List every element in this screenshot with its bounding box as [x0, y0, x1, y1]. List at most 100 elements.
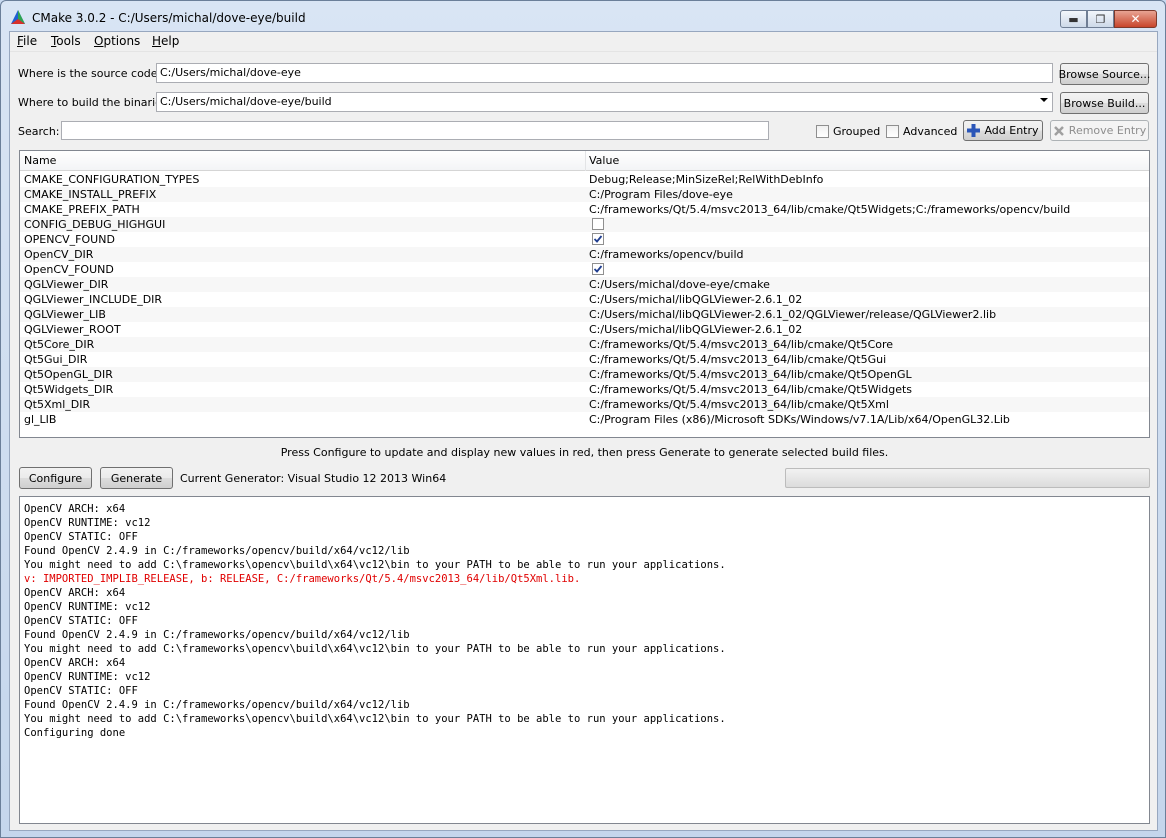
checkmark-icon [593, 265, 603, 273]
plus-icon [967, 124, 981, 137]
window-title: CMake 3.0.2 - C:/Users/michal/dove-eye/b… [32, 11, 306, 25]
menu-help-mnemonic: H [152, 34, 162, 48]
entry-name: OPENCV_FOUND [24, 233, 115, 246]
close-button[interactable]: ✕ [1114, 10, 1157, 28]
source-path-input[interactable]: C:/Users/michal/dove-eye [156, 63, 1053, 83]
remove-entry-button[interactable]: Remove Entry [1050, 120, 1149, 141]
menu-help[interactable]: Help [152, 34, 179, 48]
entry-value-checkbox[interactable] [592, 218, 604, 230]
table-row[interactable]: QGLViewer_INCLUDE_DIR C:/Users/michal/lib… [20, 292, 1149, 307]
configure-button[interactable]: Configure [19, 467, 92, 489]
browse-source-button[interactable]: Browse Source... [1059, 63, 1150, 85]
table-row[interactable]: QGLViewer_DIR C:/Users/michal/dove-eye/cm… [20, 277, 1149, 292]
menu-options[interactable]: Options [94, 34, 140, 48]
generate-button[interactable]: Generate [100, 467, 173, 489]
table-row[interactable]: Qt5Widgets_DIR C:/frameworks/Qt/5.4/msvc2… [20, 382, 1149, 397]
output-line: You might need to add C:\frameworks\open… [24, 559, 726, 571]
browse-build-button[interactable]: Browse Build... [1060, 92, 1149, 114]
output-line: OpenCV RUNTIME: vc12 [24, 517, 151, 529]
table-row[interactable]: CONFIG_DEBUG_HIGHGUI [20, 217, 1149, 232]
output-line: OpenCV STATIC: OFF [24, 531, 138, 543]
table-row[interactable]: Qt5Gui_DIR C:/frameworks/Qt/5.4/msvc2013_… [20, 352, 1149, 367]
entry-value[interactable]: C:/Program Files/dove-eye [589, 188, 733, 201]
table-row[interactable]: OPENCV_FOUND [20, 232, 1149, 247]
output-log[interactable]: OpenCV ARCH: x64 OpenCV RUNTIME: vc12 Open… [19, 496, 1150, 824]
configure-hint: Press Configure to update and display ne… [280, 446, 889, 459]
entry-name: QGLViewer_LIB [24, 308, 106, 321]
entry-name: QGLViewer_ROOT [24, 323, 121, 336]
search-input[interactable] [61, 121, 769, 140]
search-label: Search: [18, 125, 60, 138]
column-header-name[interactable]: Name [24, 154, 56, 167]
entry-name: OpenCV_FOUND [24, 263, 114, 276]
table-row[interactable]: CMAKE_PREFIX_PATH C:/frameworks/Qt/5.4/ms… [20, 202, 1149, 217]
entry-name: QGLViewer_INCLUDE_DIR [24, 293, 163, 306]
grouped-checkbox[interactable] [816, 125, 829, 138]
add-entry-button[interactable]: Add Entry [963, 120, 1043, 141]
table-row[interactable]: Qt5Xml_DIR C:/frameworks/Qt/5.4/msvc2013_… [20, 397, 1149, 412]
table-row[interactable]: OpenCV_FOUND [20, 262, 1149, 277]
entry-value[interactable]: C:/Program Files (x86)/Microsoft SDKs/Wi… [589, 413, 1010, 426]
cache-table[interactable]: Name Value CMAKE_CONFIGURATION_TYPES Debu… [19, 150, 1150, 438]
progress-bar [785, 468, 1150, 488]
build-path-combobox[interactable]: C:/Users/michal/dove-eye/build [156, 92, 1053, 112]
column-divider[interactable] [585, 151, 586, 171]
entry-name: Qt5Xml_DIR [24, 398, 91, 411]
column-header-value[interactable]: Value [589, 154, 619, 167]
entry-name: CMAKE_INSTALL_PREFIX [24, 188, 157, 201]
entry-value[interactable]: C:/frameworks/opencv/build [589, 248, 744, 261]
entry-value[interactable]: C:/Users/michal/libQGLViewer-2.6.1_02/QG… [589, 308, 996, 321]
table-row[interactable]: gl_LIB C:/Program Files (x86)/Microsoft S… [20, 412, 1149, 427]
main-panel: File Tools Options Help Where is the sou… [9, 31, 1158, 831]
menu-file[interactable]: File [17, 34, 37, 48]
table-row[interactable]: QGLViewer_LIB C:/Users/michal/libQGLViewe… [20, 307, 1149, 322]
table-row[interactable]: Qt5Core_DIR C:/frameworks/Qt/5.4/msvc2013… [20, 337, 1149, 352]
maximize-button[interactable]: ❐ [1087, 10, 1114, 28]
current-generator-text: Current Generator: Visual Studio 12 2013… [180, 472, 447, 485]
minimize-button[interactable]: ▬ [1060, 10, 1087, 28]
table-row[interactable]: CMAKE_CONFIGURATION_TYPES Debug;Release;M… [20, 172, 1149, 187]
output-line: Found OpenCV 2.4.9 in C:/frameworks/open… [24, 545, 410, 557]
entry-value[interactable]: C:/frameworks/Qt/5.4/msvc2013_64/lib/cma… [589, 203, 1070, 216]
table-row[interactable]: CMAKE_INSTALL_PREFIX C:/Program Files/dov… [20, 187, 1149, 202]
entry-value-checkbox[interactable] [592, 233, 604, 245]
menu-tools[interactable]: Tools [51, 34, 81, 48]
entry-name: Qt5Core_DIR [24, 338, 95, 351]
advanced-checkbox[interactable] [886, 125, 899, 138]
entry-value[interactable]: C:/frameworks/Qt/5.4/msvc2013_64/lib/cma… [589, 383, 912, 396]
entry-value[interactable]: C:/Users/michal/libQGLViewer-2.6.1_02 [589, 323, 802, 336]
entry-value[interactable]: C:/frameworks/Qt/5.4/msvc2013_64/lib/cma… [589, 338, 893, 351]
table-row[interactable]: Qt5OpenGL_DIR C:/frameworks/Qt/5.4/msvc20… [20, 367, 1149, 382]
entry-value[interactable]: C:/Users/michal/dove-eye/cmake [589, 278, 770, 291]
output-line: You might need to add C:\frameworks\open… [24, 713, 726, 725]
chevron-down-icon[interactable] [1040, 98, 1048, 102]
entry-name: CMAKE_CONFIGURATION_TYPES [24, 173, 200, 186]
output-line: Found OpenCV 2.4.9 in C:/frameworks/open… [24, 629, 410, 641]
entry-name: Qt5Widgets_DIR [24, 383, 114, 396]
entry-value[interactable]: C:/frameworks/Qt/5.4/msvc2013_64/lib/cma… [589, 353, 886, 366]
entry-value[interactable]: C:/frameworks/Qt/5.4/msvc2013_64/lib/cma… [589, 398, 889, 411]
table-header: Name Value [20, 151, 1149, 171]
output-line: OpenCV RUNTIME: vc12 [24, 671, 151, 683]
output-error-line: v: IMPORTED_IMPLIB_RELEASE, b: RELEASE, … [24, 573, 581, 585]
entry-value[interactable]: Debug;Release;MinSizeRel;RelWithDebInfo [589, 173, 823, 186]
menu-bar: File Tools Options Help [10, 32, 1157, 52]
entry-value[interactable]: C:/Users/michal/libQGLViewer-2.6.1_02 [589, 293, 802, 306]
output-line: OpenCV ARCH: x64 [24, 657, 126, 669]
entry-name: Qt5OpenGL_DIR [24, 368, 113, 381]
title-bar[interactable]: CMake 3.0.2 - C:/Users/michal/dove-eye/b… [1, 1, 1165, 31]
source-label: Where is the source code: [18, 67, 162, 80]
table-row[interactable]: QGLViewer_ROOT C:/Users/michal/libQGLView… [20, 322, 1149, 337]
output-line: OpenCV STATIC: OFF [24, 615, 138, 627]
build-label: Where to build the binaries: [18, 96, 172, 109]
entry-value[interactable]: C:/frameworks/Qt/5.4/msvc2013_64/lib/cma… [589, 368, 912, 381]
entry-value-checkbox[interactable] [592, 263, 604, 275]
output-line: Configuring done [24, 727, 126, 739]
output-line: You might need to add C:\frameworks\open… [24, 643, 726, 655]
entry-name: Qt5Gui_DIR [24, 353, 88, 366]
entry-name: gl_LIB [24, 413, 57, 426]
menu-options-label: ptions [103, 34, 141, 48]
remove-entry-label: Remove Entry [1068, 124, 1147, 137]
menu-file-label: ile [23, 34, 38, 48]
table-row[interactable]: OpenCV_DIR C:/frameworks/opencv/build [20, 247, 1149, 262]
